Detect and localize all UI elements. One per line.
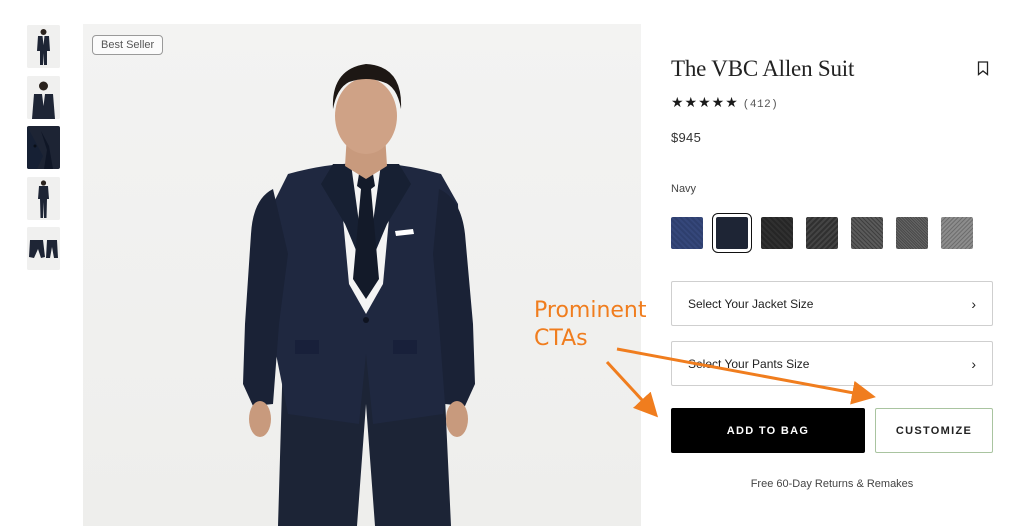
thumb-flat-lay[interactable]	[27, 227, 60, 270]
color-swatch[interactable]	[941, 217, 973, 249]
chevron-right-icon: ›	[971, 355, 976, 372]
product-page: Best Seller The VBC Allen Suit ★★★★★ (412…	[0, 0, 1024, 526]
star-rating-icons: ★★★★★	[671, 94, 739, 110]
color-swatch[interactable]	[851, 217, 883, 249]
chevron-right-icon: ›	[971, 295, 976, 312]
color-swatch-list	[671, 213, 973, 253]
customize-button[interactable]: CUSTOMIZE	[875, 408, 993, 453]
selected-color-label: Navy	[671, 183, 697, 195]
annotation-line-1: Prominent	[534, 298, 647, 323]
thumb-front-upper[interactable]	[27, 75, 60, 119]
pants-size-select[interactable]: Select Your Pants Size ›	[671, 341, 993, 386]
color-swatch-selected[interactable]	[712, 213, 752, 253]
model-in-suit-illustration	[243, 64, 475, 526]
product-title: The VBC Allen Suit	[671, 56, 855, 81]
color-swatch[interactable]	[806, 217, 838, 249]
product-rating[interactable]: ★★★★★ (412)	[671, 94, 778, 111]
thumbnail-strip	[27, 25, 60, 278]
returns-note: Free 60-Day Returns & Remakes	[750, 478, 914, 490]
color-swatch[interactable]	[896, 217, 928, 249]
review-count: (412)	[742, 99, 779, 111]
jacket-size-label: Select Your Jacket Size	[688, 296, 814, 311]
thumb-full-length[interactable]	[27, 176, 60, 220]
best-seller-badge: Best Seller	[92, 35, 164, 55]
bookmark-icon[interactable]	[977, 61, 989, 76]
jacket-size-select[interactable]: Select Your Jacket Size ›	[671, 281, 993, 326]
color-swatch[interactable]	[761, 217, 793, 249]
pants-size-label: Select Your Pants Size	[688, 356, 810, 371]
add-to-bag-button[interactable]: ADD TO BAG	[671, 408, 865, 453]
product-price: $945	[671, 130, 702, 145]
annotation-line-2: CTAs	[534, 326, 588, 351]
color-swatch[interactable]	[671, 217, 703, 249]
annotation-label: Prominent CTAs	[534, 297, 647, 353]
product-hero-image: Best Seller	[83, 24, 641, 526]
thumb-front-full[interactable]	[27, 25, 60, 68]
thumb-fabric-detail[interactable]	[27, 126, 60, 169]
